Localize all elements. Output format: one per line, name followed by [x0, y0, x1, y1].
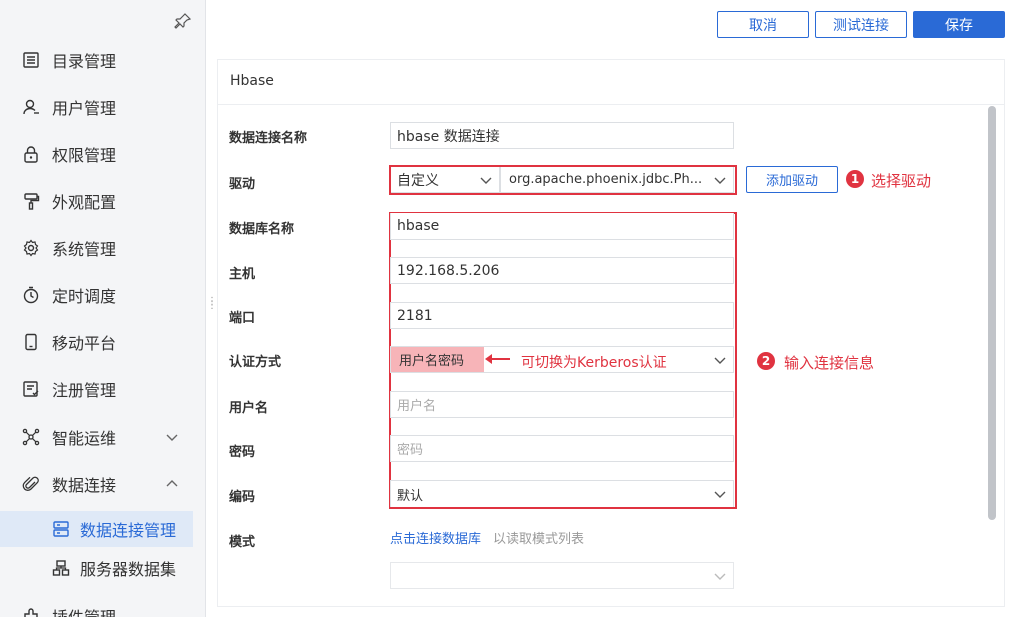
- database-icon: [52, 520, 70, 538]
- sidebar-item-scheduler[interactable]: 定时调度: [0, 275, 205, 315]
- register-icon: [22, 380, 40, 398]
- chevron-up-icon: [164, 476, 180, 492]
- schema-hint: 以读取模式列表: [493, 532, 585, 547]
- app-window: 目录管理 用户管理 权限管理 外观配置 系统管理 定时调度 移动平台 注册管理: [0, 0, 1015, 617]
- auth-method-label: 认证方式: [229, 355, 282, 370]
- password-label: 密码: [229, 445, 256, 460]
- step-2-text: 输入连接信息: [784, 354, 875, 372]
- encoding-value: 默认: [397, 488, 424, 504]
- step-1-text: 选择驱动: [871, 172, 932, 190]
- sidebar-item-permissions[interactable]: 权限管理: [0, 134, 205, 174]
- schema-select[interactable]: [390, 562, 734, 589]
- sidebar-item-smart-ops[interactable]: 智能运维: [0, 417, 205, 457]
- lock-icon: [22, 145, 40, 163]
- test-connection-button[interactable]: 测试连接: [815, 11, 907, 38]
- schema-label: 模式: [229, 535, 256, 550]
- port-label: 端口: [229, 311, 256, 326]
- mobile-icon: [22, 333, 40, 351]
- password-input[interactable]: 密码: [390, 435, 734, 462]
- port-input[interactable]: 2181: [390, 302, 734, 329]
- sidebar-subitem-label: 数据连接管理: [80, 521, 177, 540]
- step-2-badge: 2: [757, 352, 775, 370]
- sidebar-subitem-label: 服务器数据集: [80, 560, 177, 579]
- host-label: 主机: [229, 267, 256, 282]
- scrollbar[interactable]: [988, 106, 996, 520]
- user-icon: [22, 98, 40, 116]
- sidebar-item-label: 外观配置: [52, 193, 117, 212]
- cancel-button[interactable]: 取消: [717, 11, 809, 38]
- sidebar: 目录管理 用户管理 权限管理 外观配置 系统管理 定时调度 移动平台 注册管理: [0, 0, 206, 617]
- host-value: 192.168.5.206: [397, 262, 500, 279]
- username-input[interactable]: 用户名: [390, 391, 734, 418]
- sidebar-item-register[interactable]: 注册管理: [0, 369, 205, 409]
- chevron-down-icon: [164, 429, 180, 445]
- connection-name-value: hbase 数据连接: [397, 128, 500, 145]
- server-dataset-icon: [52, 559, 70, 577]
- chevron-down-icon: [713, 569, 727, 583]
- encoding-select[interactable]: 默认: [390, 480, 734, 507]
- password-placeholder: 密码: [397, 443, 424, 458]
- sidebar-item-label: 目录管理: [52, 52, 117, 71]
- step-1-badge: 1: [846, 170, 864, 188]
- paperclip-icon: [22, 475, 40, 493]
- database-name-label: 数据库名称: [229, 222, 295, 237]
- panel-title: Hbase: [230, 73, 274, 89]
- username-label: 用户名: [229, 401, 269, 416]
- encoding-label: 编码: [229, 490, 256, 505]
- sidebar-subitem-data-connection-management[interactable]: 数据连接管理: [0, 511, 193, 547]
- network-icon: [22, 428, 40, 446]
- connect-database-link[interactable]: 点击连接数据库: [390, 528, 481, 547]
- list-icon: [22, 51, 40, 69]
- connection-name-input[interactable]: hbase 数据连接: [390, 122, 734, 149]
- sidebar-item-users[interactable]: 用户管理: [0, 87, 205, 127]
- username-placeholder: 用户名: [397, 399, 437, 414]
- pin-icon[interactable]: [174, 12, 192, 30]
- sidebar-item-label: 智能运维: [52, 429, 117, 448]
- database-name-value: hbase: [397, 218, 440, 234]
- sidebar-item-label: 注册管理: [52, 381, 117, 400]
- paint-roller-icon: [22, 192, 40, 210]
- sidebar-item-label: 数据连接: [52, 476, 117, 495]
- arrow-left-icon: [485, 354, 510, 364]
- sidebar-item-mobile[interactable]: 移动平台: [0, 322, 205, 362]
- driver-label: 驱动: [229, 177, 256, 192]
- sidebar-item-label: 插件管理: [52, 604, 116, 617]
- add-driver-button[interactable]: 添加驱动: [746, 166, 838, 193]
- sidebar-subitem-server-dataset[interactable]: 服务器数据集: [0, 550, 193, 586]
- sidebar-item-label: 移动平台: [52, 334, 117, 353]
- database-name-input[interactable]: hbase: [390, 213, 734, 240]
- sidebar-item-label: 权限管理: [52, 146, 117, 165]
- sidebar-item-label: 系统管理: [52, 240, 117, 259]
- gear-icon: [22, 239, 40, 257]
- chevron-down-icon: [713, 353, 727, 367]
- auth-method-value: 用户名密码: [391, 347, 485, 372]
- auth-note-text: 可切换为Kerberos认证: [521, 355, 667, 371]
- save-button[interactable]: 保存: [913, 11, 1005, 38]
- chevron-down-icon: [713, 487, 727, 501]
- sidebar-item-label: 用户管理: [52, 99, 117, 118]
- sidebar-item-data-connection[interactable]: 数据连接: [0, 464, 205, 504]
- plugin-icon: [22, 607, 40, 617]
- sidebar-item-plugins[interactable]: 插件管理: [0, 596, 205, 617]
- sidebar-item-system[interactable]: 系统管理: [0, 228, 205, 268]
- stopwatch-icon: [22, 286, 40, 304]
- port-value: 2181: [397, 307, 433, 324]
- sidebar-item-label: 定时调度: [52, 287, 117, 306]
- driver-highlight-box: [389, 165, 737, 195]
- divider: [218, 104, 1004, 105]
- sidebar-resize-handle[interactable]: ⋮ ⋮: [207, 297, 217, 316]
- sidebar-item-appearance[interactable]: 外观配置: [0, 181, 205, 221]
- connection-name-label: 数据连接名称: [229, 131, 308, 146]
- host-input[interactable]: 192.168.5.206: [390, 257, 734, 284]
- sidebar-item-catalog[interactable]: 目录管理: [0, 40, 205, 80]
